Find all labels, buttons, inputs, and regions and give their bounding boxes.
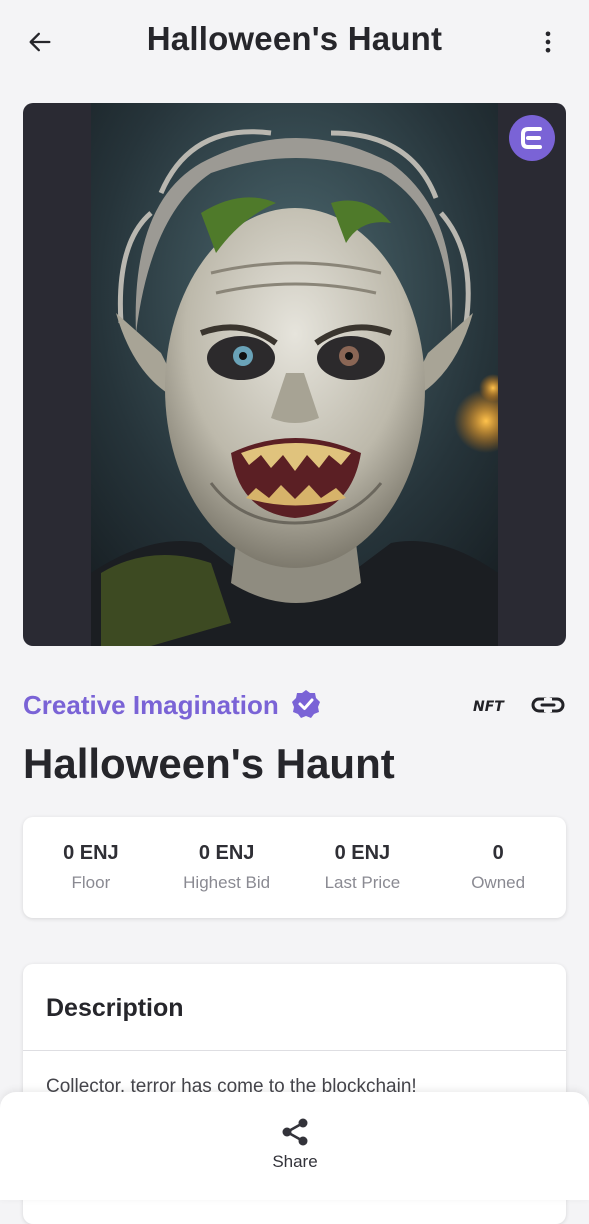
share-button[interactable]: Share [254,1116,336,1180]
stat-label: Highest Bid [183,873,271,892]
stat-owned: 0 Owned [430,817,566,918]
link-icon[interactable] [531,690,565,720]
stat-value: 0 ENJ [198,842,255,864]
stat-highest-bid: 0 ENJ Highest Bid [159,817,295,918]
page-title: Halloween's Haunt [146,20,443,57]
share-icon [282,1118,308,1146]
nft-title: Halloween's Haunt [23,740,395,787]
stat-last-price: 0 ENJ Last Price [295,817,431,918]
more-vertical-icon [545,31,551,53]
stat-floor: 0 ENJ Floor [23,817,159,918]
zombie-portrait-image [91,103,498,646]
arrow-left-icon [29,32,51,52]
stat-label: Owned [471,873,526,892]
bottom-action-bar: Share [0,1092,589,1200]
stat-value: 0 [492,842,504,864]
stats-card: 0 ENJ Floor 0 ENJ Highest Bid 0 ENJ Last… [23,817,566,918]
enjin-logo-icon [509,115,555,161]
description-title: Description [46,994,184,1022]
stat-label: Last Price [324,873,401,892]
more-options-button[interactable] [530,24,566,60]
top-app-bar: Halloween's Haunt [0,0,589,86]
divider [23,1050,566,1051]
back-button[interactable] [22,24,58,60]
nft-media-viewer[interactable] [23,103,566,646]
collection-name-link[interactable]: Creative Imagination [23,690,279,721]
nft-icon[interactable]: NFT [473,694,509,716]
svg-text:NFT: NFT [473,699,505,715]
stat-value: 0 ENJ [334,842,391,864]
stat-label: Floor [71,873,111,892]
collection-row: Creative Imagination NFT [23,684,566,728]
stat-value: 0 ENJ [63,842,119,864]
verified-badge-icon [292,690,320,718]
share-label: Share [272,1152,318,1171]
